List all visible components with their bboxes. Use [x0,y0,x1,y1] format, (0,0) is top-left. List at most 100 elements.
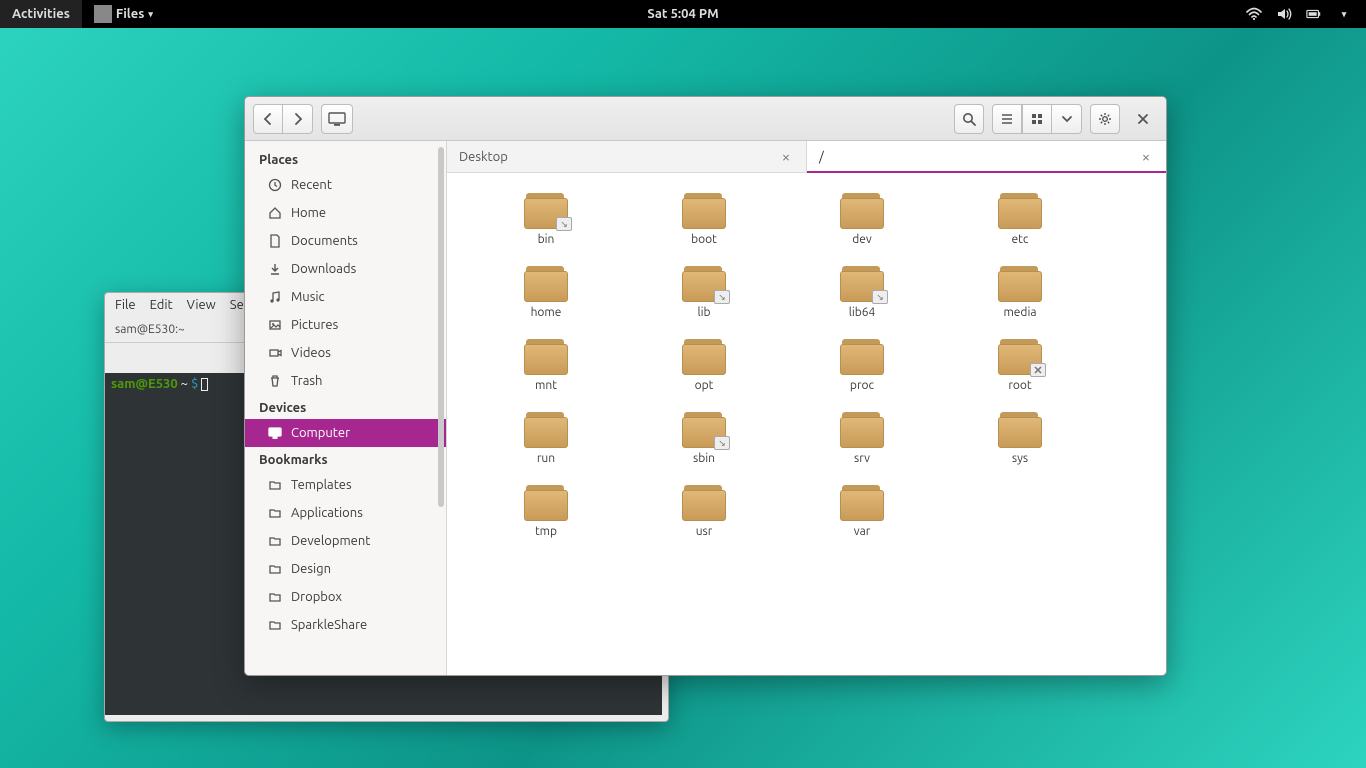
sidebar-item-home[interactable]: Home [245,199,446,227]
folder-icon [267,477,283,493]
folder-label: lib [697,306,710,319]
folder-label: bin [538,233,555,246]
folder-icon [267,561,283,577]
folder-icon [840,485,884,521]
document-icon [267,233,283,249]
folder-home[interactable]: home [467,260,625,325]
folder-label: sys [1012,452,1028,465]
folder-run[interactable]: run [467,406,625,471]
tab-desktop[interactable]: Desktop × [447,141,807,172]
folder-icon: ↘ [682,266,726,302]
clock-icon [267,177,283,193]
symlink-badge-icon: ↘ [556,217,572,231]
sidebar-item-design[interactable]: Design [245,555,446,583]
sidebar-item-applications[interactable]: Applications [245,499,446,527]
terminal-menu-edit[interactable]: Edit [150,298,173,312]
folder-icon [524,412,568,448]
folder-opt[interactable]: opt [625,333,783,398]
sidebar-item-pictures[interactable]: Pictures [245,311,446,339]
terminal-tab-label[interactable]: sam@E530:~ [115,323,185,336]
pathbar-location-button[interactable] [321,104,353,134]
settings-button[interactable] [1090,104,1120,134]
folder-icon [267,617,283,633]
tab-close-button[interactable]: × [778,149,794,165]
files-tabbar: Desktop × / × [447,141,1166,173]
sidebar-item-videos[interactable]: Videos [245,339,446,367]
folder-icon [840,193,884,229]
folder-icon [267,533,283,549]
sidebar-item-dropbox[interactable]: Dropbox [245,583,446,611]
sidebar-item-downloads[interactable]: Downloads [245,255,446,283]
volume-icon[interactable] [1276,6,1292,22]
view-list-button[interactable] [992,104,1022,134]
download-icon [267,261,283,277]
folder-srv[interactable]: srv [783,406,941,471]
tab-close-button[interactable]: × [1138,149,1154,165]
sidebar-item-sparkleshare[interactable]: SparkleShare [245,611,446,639]
folder-label: etc [1012,233,1029,246]
system-menu-chevron-icon[interactable]: ▾ [1336,6,1352,22]
sidebar-scrollbar[interactable] [438,147,444,669]
folder-label: root [1008,379,1031,392]
close-icon [1137,113,1149,125]
sidebar-item-development[interactable]: Development [245,527,446,555]
folder-lib[interactable]: ↘ lib [625,260,783,325]
nav-back-button[interactable] [253,104,283,134]
video-icon [267,345,283,361]
battery-icon[interactable] [1306,6,1322,22]
view-options-button[interactable] [1052,104,1082,134]
folder-icon [524,339,568,375]
sidebar-item-recent[interactable]: Recent [245,171,446,199]
folder-var[interactable]: var [783,479,941,544]
files-app-icon [94,5,112,23]
files-headerbar [245,97,1166,141]
app-menu-button[interactable]: Files ▾ [82,0,165,28]
terminal-menu-file[interactable]: File [115,298,136,312]
search-button[interactable] [954,104,984,134]
terminal-menu-search[interactable]: Se [230,298,244,312]
folder-sbin[interactable]: ↘sbin [625,406,783,471]
symlink-badge-icon: ↘ [714,290,730,304]
folder-bin[interactable]: ↘bin [467,187,625,252]
wifi-icon[interactable] [1246,6,1262,22]
folder-sys[interactable]: sys [941,406,1099,471]
terminal-menu-view[interactable]: View [187,298,216,312]
folder-usr[interactable]: usr [625,479,783,544]
folder-icon [840,339,884,375]
noaccess-badge-icon: ✕ [1030,363,1046,377]
files-icon-grid[interactable]: ↘binbootdevetchome↘lib↘lib64mediamntoptp… [447,173,1166,675]
folder-label: lib64 [849,306,876,319]
sidebar-item-templates[interactable]: Templates [245,471,446,499]
folder-root[interactable]: ✕ root [941,333,1099,398]
folder-boot[interactable]: boot [625,187,783,252]
folder-label: run [537,452,555,465]
folder-dev[interactable]: dev [783,187,941,252]
folder-icon: ↘ [524,193,568,229]
folder-mnt[interactable]: mnt [467,333,625,398]
pictures-icon [267,317,283,333]
clock[interactable]: Sat 5:04 PM [647,7,718,21]
nav-forward-button[interactable] [283,104,313,134]
sidebar-heading-devices: Devices [245,395,446,419]
music-icon [267,289,283,305]
folder-media[interactable]: media [941,260,1099,325]
sidebar-item-music[interactable]: Music [245,283,446,311]
files-window: Places Recent Home Documents Downloads M… [244,96,1167,676]
folder-icon [682,193,726,229]
folder-etc[interactable]: etc [941,187,1099,252]
sidebar-item-trash[interactable]: Trash [245,367,446,395]
folder-label: mnt [535,379,557,392]
sidebar-item-documents[interactable]: Documents [245,227,446,255]
window-close-button[interactable] [1128,104,1158,134]
folder-label: proc [850,379,874,392]
folder-icon: ↘ [682,412,726,448]
activities-button[interactable]: Activities [0,0,82,28]
folder-tmp[interactable]: tmp [467,479,625,544]
folder-proc[interactable]: proc [783,333,941,398]
tab-root[interactable]: / × [807,141,1166,172]
view-grid-button[interactable] [1022,104,1052,134]
folder-label: boot [691,233,717,246]
sidebar-item-computer[interactable]: Computer [245,419,446,447]
folder-lib64[interactable]: ↘lib64 [783,260,941,325]
sidebar-heading-bookmarks: Bookmarks [245,447,446,471]
